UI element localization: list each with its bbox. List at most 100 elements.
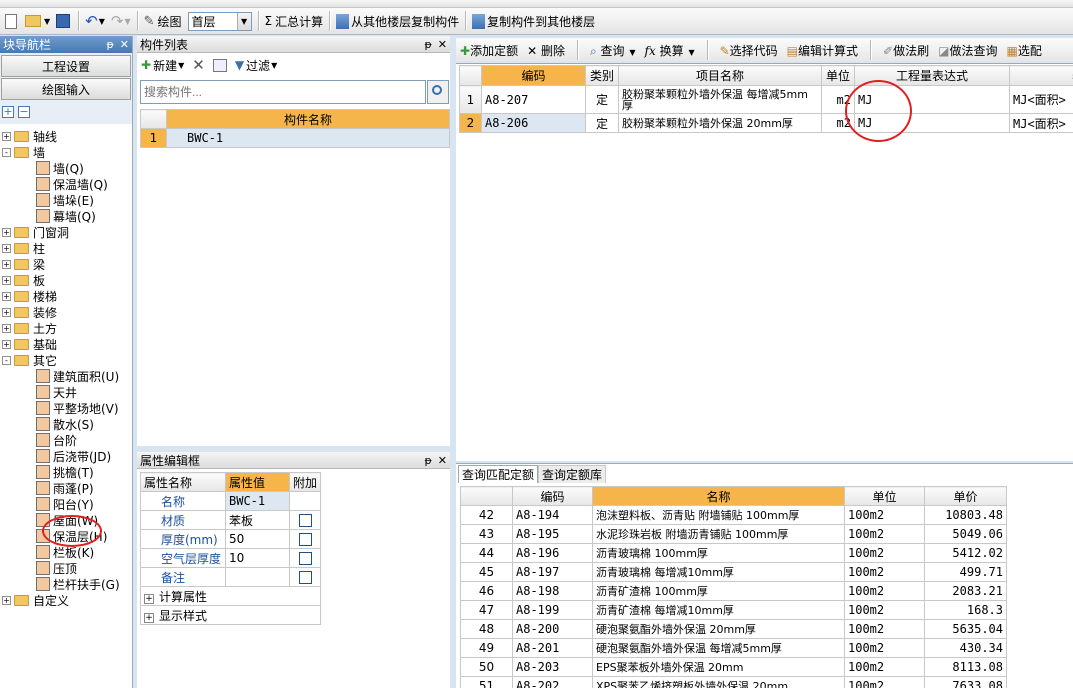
expand-icon[interactable]: + (2, 291, 11, 301)
pin-icon[interactable]: ᵽ (424, 454, 431, 467)
tree-item[interactable]: + 门窗洞 (2, 224, 69, 240)
quota-code[interactable]: A8-200 (512, 619, 593, 639)
column-header[interactable]: 编码 (481, 65, 586, 86)
quota-code[interactable]: A8-194 (512, 505, 593, 525)
delete-icon[interactable]: ✕ (192, 56, 205, 74)
column-header[interactable]: 表达 (1009, 65, 1073, 86)
column-header[interactable]: 名称 (592, 486, 845, 506)
quota-code[interactable]: A8-199 (512, 600, 593, 620)
tree-item[interactable]: + 楼梯 (2, 288, 57, 304)
quota-name[interactable]: 水泥珍珠岩板 附墙沥青铺贴 100mm厚 (592, 524, 845, 544)
select-button[interactable]: ▦选配 (1006, 42, 1041, 59)
copy-from-floor-button[interactable]: 从其他楼层复制构件 (333, 10, 462, 32)
edit-formula-button[interactable]: ▤编辑计算式 (787, 42, 858, 59)
quota-unit[interactable]: 100m2 (844, 619, 925, 639)
quota-unit[interactable]: 100m2 (844, 600, 925, 620)
search-button[interactable] (427, 80, 449, 104)
tree-item[interactable]: 天井 (36, 384, 77, 400)
quota-name[interactable]: 沥青玻璃棉 100mm厚 (592, 543, 845, 563)
extra-checkbox[interactable] (298, 571, 312, 584)
table-row[interactable]: 44 A8-196 沥青玻璃棉 100mm厚 100m2 5412.02 (460, 543, 1007, 563)
expand-icon[interactable]: + (144, 612, 154, 623)
select-code-button[interactable]: ✎选择代码 (720, 42, 778, 59)
quota-code[interactable]: A8-196 (512, 543, 593, 563)
unit-price[interactable]: 430.34 (924, 638, 1007, 658)
quota-unit[interactable]: 100m2 (844, 657, 925, 677)
unit-price[interactable]: 499.71 (924, 562, 1007, 582)
quota-code[interactable]: A8-195 (512, 524, 593, 544)
expand-icon[interactable]: + (2, 259, 11, 269)
tab-quota-library[interactable]: 查询定额库 (538, 465, 607, 483)
quota-code[interactable]: A8-201 (512, 638, 593, 658)
floor-select[interactable]: 首层 ▼ (187, 11, 252, 31)
quota-code[interactable]: A8-206 (481, 113, 586, 133)
unit-price[interactable]: 7633.08 (924, 676, 1007, 688)
property-value[interactable]: 50 (225, 529, 290, 549)
property-value[interactable] (225, 567, 290, 587)
quota-unit[interactable]: 100m2 (844, 524, 925, 544)
tree-item[interactable]: 保温墙(Q) (36, 176, 108, 192)
expand-icon[interactable]: + (2, 275, 11, 285)
quota-name[interactable]: 硬泡聚氨酯外墙外保温 每增减5mm厚 (592, 638, 845, 658)
tree-item[interactable]: + 柱 (2, 240, 45, 256)
tree-item[interactable]: 墙(Q) (36, 160, 84, 176)
close-icon[interactable]: ✕ (120, 38, 129, 51)
tree-item[interactable]: + 基础 (2, 336, 57, 352)
pin-icon[interactable]: ᵽ (106, 38, 113, 51)
column-header[interactable]: 单价 (924, 486, 1007, 506)
table-row[interactable]: 43 A8-195 水泥珍珠岩板 附墙沥青铺贴 100mm厚 100m2 5049.06 (460, 524, 1007, 544)
quota-unit[interactable]: 100m2 (844, 543, 925, 563)
tree-item[interactable]: 阳台(Y) (36, 496, 94, 512)
extra-checkbox[interactable] (298, 514, 312, 527)
expand-icon[interactable]: + (2, 227, 11, 237)
extra-checkbox[interactable] (298, 552, 312, 565)
tree-item[interactable]: + 装修 (2, 304, 57, 320)
quota-unit[interactable]: 100m2 (844, 581, 925, 601)
component-search-input[interactable] (140, 80, 426, 104)
quota-name[interactable]: 泡沫塑料板、沥青贴 附墙铺贴 100mm厚 (592, 505, 845, 525)
tree-item[interactable]: 后浇带(JD) (36, 448, 111, 464)
open-button[interactable]: ▼ (22, 10, 53, 32)
tree-item[interactable]: 平整场地(V) (36, 400, 119, 416)
tree-item[interactable]: 栏杆扶手(G) (36, 576, 120, 592)
tree-item[interactable]: 台阶 (36, 432, 77, 448)
quota-code[interactable]: A8-197 (512, 562, 593, 582)
pin-icon[interactable]: ᵽ (424, 38, 431, 51)
convert-button[interactable]: fx 换算 ▼ (645, 42, 695, 59)
new-component-button[interactable]: ✚ 新建 ▼ (141, 57, 184, 74)
tree-item[interactable]: 挑檐(T) (36, 464, 94, 480)
tree-item[interactable]: -墙 (2, 144, 45, 160)
summary-calc-button[interactable]: Σ 汇总计算 (262, 10, 327, 32)
column-header[interactable]: 类别 (585, 65, 619, 86)
draw-input-button[interactable]: 绘图输入 (1, 78, 131, 100)
table-row[interactable]: 50 A8-203 EPS聚苯板外墙外保温 20mm 100m2 8113.08 (460, 657, 1007, 677)
collapse-all-icon[interactable]: − (18, 106, 30, 118)
tree-item[interactable]: 建筑面积(U) (36, 368, 119, 384)
unit-price[interactable]: 8113.08 (924, 657, 1007, 677)
quota-code[interactable]: A8-203 (512, 657, 593, 677)
close-icon[interactable]: ✕ (438, 454, 447, 467)
tree-item[interactable]: + 板 (2, 272, 45, 288)
tree-item[interactable]: 散水(S) (36, 416, 94, 432)
column-header[interactable]: 编码 (512, 486, 593, 506)
undo-button[interactable]: ↶ ▼ (82, 10, 108, 32)
copy-icon[interactable] (212, 58, 227, 72)
unit-price[interactable]: 5049.06 (924, 524, 1007, 544)
expand-all-icon[interactable]: + (2, 106, 14, 118)
property-group-row[interactable]: + 显示样式 (140, 605, 321, 625)
expand-icon[interactable]: + (2, 307, 11, 317)
expand-icon[interactable]: + (144, 593, 154, 604)
unit-price[interactable]: 10803.48 (924, 505, 1007, 525)
tree-item[interactable]: 雨蓬(P) (36, 480, 94, 496)
collapse-icon[interactable]: - (2, 355, 11, 365)
draw-button[interactable]: ✎ 绘图 (141, 10, 185, 32)
unit-price[interactable]: 5635.04 (924, 619, 1007, 639)
collapse-icon[interactable]: - (2, 147, 11, 157)
delete-button[interactable]: ✕ 删除 (527, 42, 565, 59)
quota-code[interactable]: A8-207 (481, 85, 586, 114)
property-group-row[interactable]: + 计算属性 (140, 586, 321, 606)
filter-button[interactable]: ▼ 过滤 ▼ (235, 57, 277, 74)
expand-icon[interactable]: + (2, 243, 11, 253)
quota-name[interactable]: EPS聚苯板外墙外保温 20mm (592, 657, 845, 677)
save-button[interactable] (53, 10, 75, 32)
